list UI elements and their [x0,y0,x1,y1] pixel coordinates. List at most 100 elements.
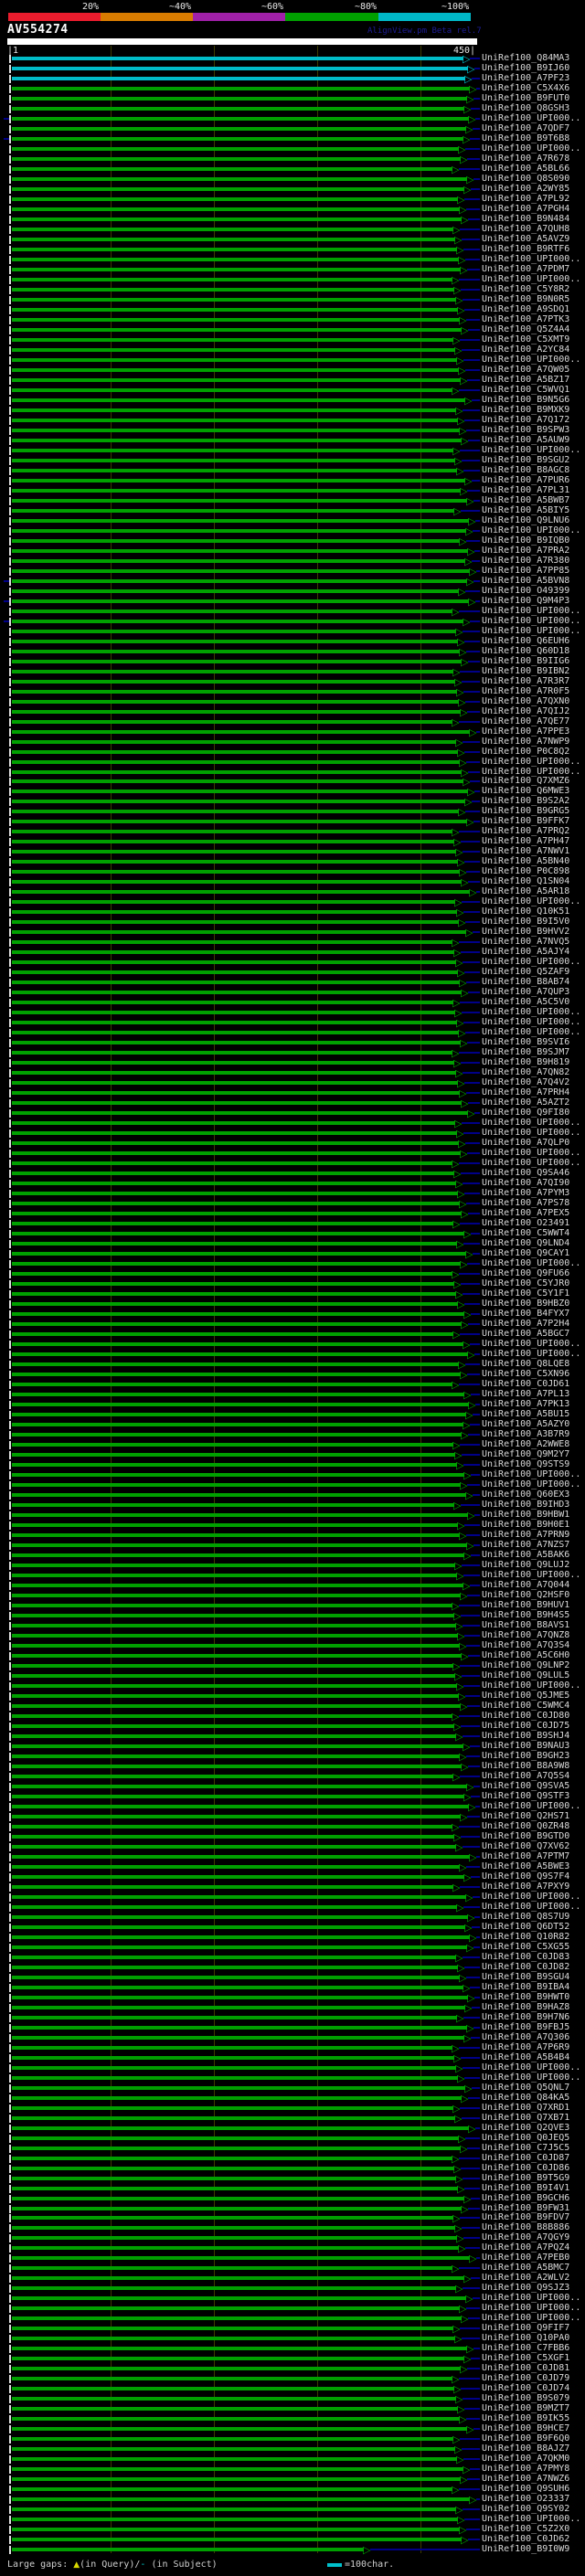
hit-bar[interactable] [12,278,452,281]
hit-label[interactable]: UniRef100_C0JD81 [482,2364,569,2373]
hit-label[interactable]: UniRef100_C0JD83 [482,1953,569,1962]
hit-label[interactable]: UniRef100_C5WVQ1 [482,386,569,395]
hit-bar[interactable] [12,1232,464,1235]
hit-bar[interactable] [12,2367,461,2370]
hit-label[interactable]: UniRef100_A7R0F5 [482,687,569,696]
hit-label[interactable]: UniRef100_B9H7N6 [482,2013,569,2022]
hit-label[interactable]: UniRef100_UPI000.. [482,355,580,365]
hit-label[interactable]: UniRef100_A7P6R9 [482,2043,569,2052]
hit-label[interactable]: UniRef100_B9IBN2 [482,667,569,676]
hit-label[interactable]: UniRef100_Q60EX3 [482,1490,569,1500]
hit-label[interactable]: UniRef100_B9IHD3 [482,1500,569,1510]
hit-label[interactable]: UniRef100_B9HCE7 [482,2424,569,2433]
hit-label[interactable]: UniRef100_Q8LQE8 [482,1360,569,1369]
hit-bar[interactable] [12,2357,464,2360]
hit-bar[interactable] [12,599,469,603]
hit-label[interactable]: UniRef100_A7PXY9 [482,1882,569,1892]
hit-bar[interactable] [12,358,457,362]
hit-label[interactable]: UniRef100_C0JD87 [482,2154,569,2163]
hit-bar[interactable] [12,880,462,884]
hit-label[interactable]: UniRef100_B9N484 [482,215,569,224]
hit-bar[interactable] [12,559,465,563]
hit-label[interactable]: UniRef100_UPI000.. [482,114,580,123]
hit-bar[interactable] [12,1765,462,1768]
hit-label[interactable]: UniRef100_P0C8Q2 [482,747,569,757]
hit-label[interactable]: UniRef100_A2WWE8 [482,1440,569,1449]
hit-bar[interactable] [12,187,464,191]
hit-bar[interactable] [12,2207,462,2210]
hit-bar[interactable] [12,2246,459,2250]
hit-bar[interactable] [12,1011,455,1014]
hit-label[interactable]: UniRef100_B9MXK9 [482,406,569,415]
hit-label[interactable]: UniRef100_A7QUH8 [482,225,569,234]
hit-label[interactable]: UniRef100_Q9LNP2 [482,1661,569,1670]
hit-label[interactable]: UniRef100_UPI000.. [482,2294,580,2303]
hit-bar[interactable] [12,2187,458,2190]
hit-bar[interactable] [12,1915,468,1919]
hit-label[interactable]: UniRef100_A7Q3S4 [482,1641,569,1650]
hit-bar[interactable] [12,760,460,764]
hit-label[interactable]: UniRef100_B9F6Q0 [482,2434,569,2443]
hit-label[interactable]: UniRef100_C5WMC4 [482,1701,569,1711]
hit-bar[interactable] [12,398,465,402]
hit-label[interactable]: UniRef100_UPI000.. [482,1350,580,1359]
hit-label[interactable]: UniRef100_A7PQZ4 [482,2243,569,2253]
hit-bar[interactable] [12,1182,456,1185]
hit-label[interactable]: UniRef100_Q60D18 [482,647,569,656]
hit-bar[interactable] [12,308,458,312]
hit-bar[interactable] [12,1825,452,1829]
hit-bar[interactable] [12,1443,453,1447]
hit-bar[interactable] [12,1815,461,1818]
hit-bar[interactable] [12,2096,462,2100]
hit-bar[interactable] [12,1161,452,1165]
hit-label[interactable]: UniRef100_B9I5V0 [482,917,569,927]
hit-bar[interactable] [12,419,458,422]
hit-label[interactable]: UniRef100_A7PTK3 [482,315,569,324]
hit-bar[interactable] [12,2126,469,2130]
hit-bar[interactable] [12,1956,456,1959]
hit-label[interactable]: UniRef100_UPI000.. [482,1480,580,1489]
hit-bar[interactable] [12,1875,464,1879]
hit-bar[interactable] [12,1634,458,1638]
hit-label[interactable]: UniRef100_A5AJY4 [482,948,569,957]
hit-label[interactable]: UniRef100_A5BMC7 [482,2263,569,2273]
hit-label[interactable]: UniRef100_B9IQB0 [482,536,569,546]
hit-bar[interactable] [12,1624,456,1627]
hit-label[interactable]: UniRef100_UPI000.. [482,1028,580,1037]
hit-label[interactable]: UniRef100_Q9STS9 [482,1460,569,1469]
hit-bar[interactable] [12,2147,461,2150]
hit-bar[interactable] [12,1976,460,1979]
hit-label[interactable]: UniRef100_A5BWB7 [482,496,569,505]
hit-label[interactable]: UniRef100_Q9SY02 [482,2505,569,2514]
hit-bar[interactable] [12,429,460,432]
hit-label[interactable]: UniRef100_B9IJ60 [482,64,569,73]
hit-bar[interactable] [12,1483,461,1487]
hit-bar[interactable] [12,1584,463,1587]
hit-bar[interactable] [12,1473,464,1477]
hit-label[interactable]: UniRef100_UPI000.. [482,526,580,535]
hit-label[interactable]: UniRef100_A7R380 [482,557,569,566]
hit-bar[interactable] [12,1945,467,1949]
hit-bar[interactable] [12,529,466,533]
hit-bar[interactable] [12,1141,459,1145]
hit-label[interactable]: UniRef100_Q5JME5 [482,1691,569,1701]
hit-bar[interactable] [12,1855,470,1859]
hit-bar[interactable] [12,1352,468,1356]
hit-label[interactable]: UniRef100_Q1SN04 [482,877,569,886]
hit-label[interactable]: UniRef100_C0JD62 [482,2535,569,2544]
hit-label[interactable]: UniRef100_UPI000.. [482,1340,580,1349]
hit-label[interactable]: UniRef100_UPI000.. [482,1129,580,1138]
hit-label[interactable]: UniRef100_Q6MWE3 [482,787,569,796]
hit-label[interactable]: UniRef100_UPI000.. [482,1802,580,1811]
hit-label[interactable]: UniRef100_B9MZT7 [482,2404,569,2413]
hit-label[interactable]: UniRef100_Q6DT52 [482,1923,569,1932]
hit-label[interactable]: UniRef100_A7P2H4 [482,1320,569,1329]
hit-bar[interactable] [12,1744,463,1748]
hit-bar[interactable] [12,1966,458,1969]
hit-bar[interactable] [12,2306,460,2310]
hit-bar[interactable] [12,2157,452,2160]
hit-bar[interactable] [12,248,457,251]
hit-label[interactable]: UniRef100_B9T6B8 [482,134,569,143]
hit-label[interactable]: UniRef100_Q2HSF0 [482,1591,569,1600]
hit-label[interactable]: UniRef100_O23337 [482,2495,569,2504]
